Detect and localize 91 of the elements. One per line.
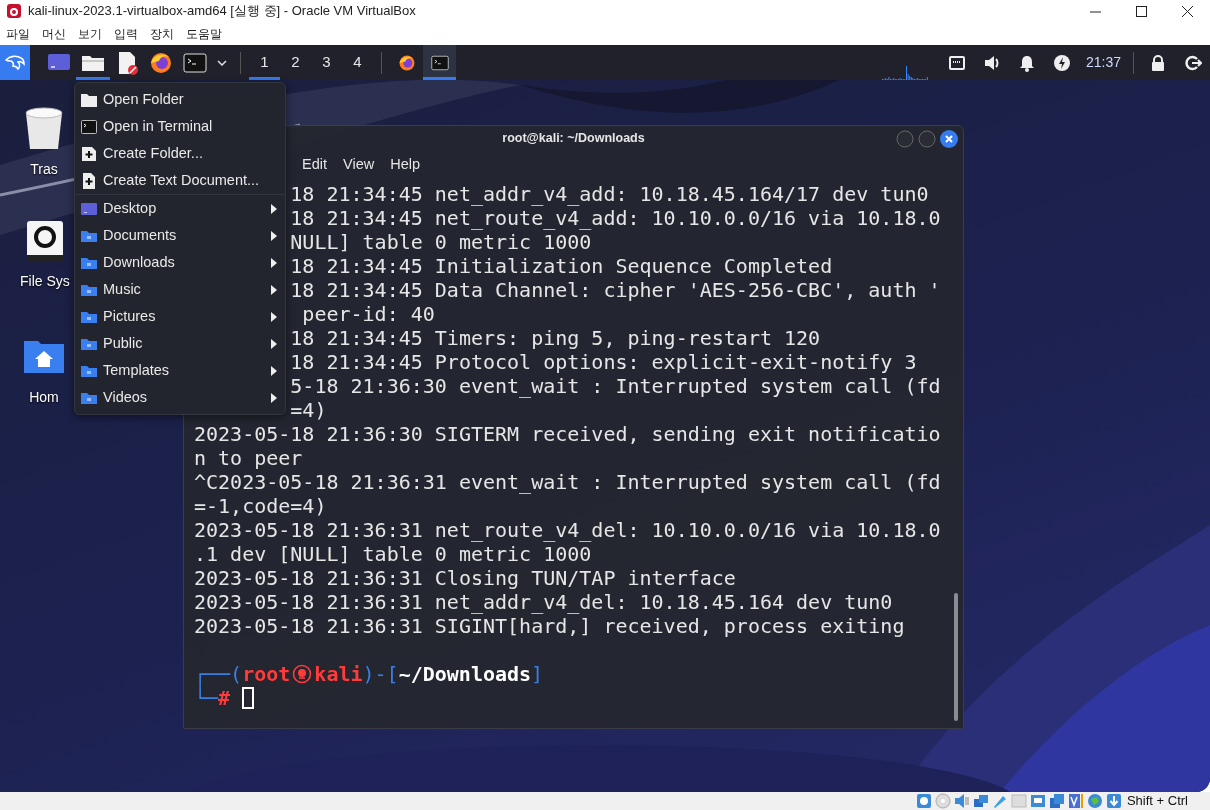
desktop-icon (81, 200, 97, 217)
caret-icon (217, 59, 227, 66)
network-icon (948, 53, 967, 72)
browser-icon (397, 53, 416, 72)
terminal-line: 18 21:34:45 Data Channel: cipher 'AES-256-CBC', auth ' (290, 278, 941, 302)
terminal-line: 2023-05-18 21:36:31 net_route_v4_del: 10.10.0.0/16 via 10.18.0 (194, 518, 941, 542)
menu-item[interactable]: Desktop (75, 195, 285, 222)
terminal-line: 18 21:34:45 net_addr_v4_add: 10.18.45.164/17 dev tun0 (290, 182, 929, 206)
menu-item[interactable]: 파일 (0, 24, 36, 43)
prompt-user: root (242, 662, 291, 686)
close-icon (1181, 5, 1193, 17)
speaker-icon (953, 793, 970, 809)
prompt-frame: ┌──( (194, 662, 243, 686)
scrollbar-thumb[interactable] (954, 593, 958, 721)
prompt-symbol: # (218, 686, 231, 710)
capture-icon (1048, 793, 1065, 809)
display-icon (1029, 793, 1046, 809)
menu-item[interactable]: Open in Terminal (75, 113, 285, 140)
menu-item[interactable]: Edit (294, 153, 335, 176)
close-button[interactable] (940, 130, 958, 148)
workspace-button[interactable]: 2 (280, 45, 311, 80)
terminal-line: n to peer (194, 446, 303, 470)
terminal-line: NULL] table 0 metric 1000 (290, 230, 592, 254)
menu-button[interactable] (0, 45, 30, 80)
icon-label[interactable]: Hom (29, 387, 59, 408)
terminal-icon (81, 118, 97, 135)
host-key-label: Shift + Ctrl (1126, 792, 1188, 810)
terminal-line: 2023-05-18 21:36:31 SIGINT[hard,] received, process exiting (194, 614, 905, 638)
menu-item[interactable]: Downloads (75, 249, 285, 276)
task-button[interactable] (423, 45, 456, 80)
prompt-path: ~/Downloads (398, 662, 532, 686)
terminal-icon (183, 50, 207, 75)
terminal-line: 2023-05-18 21:36:30 SIGTERM received, sending exit notificatio (194, 422, 941, 446)
menu-item[interactable]: 머신 (36, 24, 72, 43)
menu-item[interactable]: 장치 (144, 24, 180, 43)
menu-item[interactable]: 보기 (72, 24, 108, 43)
menu-item[interactable]: View (335, 153, 383, 176)
icon-label[interactable]: File Sys (20, 271, 70, 292)
terminal-line: 18 21:34:45 Initialization Sequence Completed (290, 254, 833, 278)
terminal-line: =-1,code=4) (194, 494, 327, 518)
prompt-frame: └─ (194, 686, 219, 710)
menu-item[interactable]: Help (382, 153, 428, 176)
menu-item[interactable]: 도움말 (180, 24, 228, 43)
terminal-line: 18 21:34:45 Protocol options: explicit-exit-notify 3 (290, 350, 917, 374)
prompt-frame: )-[ (362, 662, 399, 686)
cpu-graph (881, 64, 928, 80)
menu-item[interactable]: Open Folder (75, 86, 285, 113)
menu-item[interactable]: Documents (75, 222, 285, 249)
menu-item[interactable]: Create Text Document... (75, 167, 285, 194)
icon-label[interactable]: Tras (30, 159, 58, 180)
text-cursor (242, 687, 255, 709)
network-icon (972, 793, 989, 809)
terminal-line: 2023-05-18 21:36:31 Closing TUN/TAP interface (194, 566, 736, 590)
new-document-icon (81, 172, 97, 189)
maximize-icon (1135, 5, 1147, 17)
power-icon (1053, 53, 1072, 72)
new-folder-icon (81, 145, 97, 162)
window-title: root@kali: ~/Downloads (502, 130, 645, 148)
logout-icon (1183, 53, 1202, 72)
menu-item[interactable]: Templates (75, 357, 285, 384)
prompt-frame: ] (531, 662, 544, 686)
browser-icon (149, 50, 173, 75)
menu-item[interactable]: Public (75, 330, 285, 357)
skull-icon (292, 664, 313, 684)
terminal-line: 18 21:34:45 Timers: ping 5, ping-restart 120 (290, 326, 821, 350)
terminal-line: 18 21:34:45 net_route_v4_add: 10.10.0.0/16 via 10.18.0 (290, 206, 941, 230)
menu-item[interactable]: Create Folder... (75, 140, 285, 167)
workspace-button[interactable]: 3 (311, 45, 342, 80)
workspace-button[interactable]: 4 (342, 45, 373, 80)
menu-item[interactable]: Videos (75, 384, 285, 411)
prompt-host: kali (314, 662, 363, 686)
terminal-line: 5-18 21:36:30 event_wait : Interrupted system call (fd (290, 374, 941, 398)
bell-icon (1018, 53, 1037, 72)
menu-item[interactable]: Pictures (75, 303, 285, 330)
terminal-line: =4) (290, 398, 327, 422)
disc-icon (934, 793, 951, 809)
terminal-line: .1 dev [NULL] table 0 metric 1000 (194, 542, 592, 566)
chip-icon (1067, 793, 1084, 809)
shared-folder-icon (1010, 793, 1027, 809)
app-icon (6, 3, 22, 19)
clock[interactable]: 21:37 (1079, 52, 1127, 73)
folder-icon (81, 91, 97, 108)
menu-item[interactable]: 입력 (108, 24, 144, 43)
menu-item[interactable]: Music (75, 276, 285, 303)
globe-icon (1086, 793, 1103, 809)
minimize-button[interactable] (896, 130, 914, 148)
window-title: kali-linux-2023.1-virtualbox-amd64 [실행 중] - Oracle VM VirtualBox (28, 2, 417, 21)
terminal-icon (430, 53, 449, 72)
terminal-line: peer-id: 40 (301, 302, 435, 326)
terminal-line: 2023-05-18 21:36:31 net_addr_v4_del: 10.18.45.164 dev tun0 (194, 590, 893, 614)
terminal-line: ^C2023-05-18 21:36:31 event_wait : Interrupted system call (fd (194, 470, 941, 494)
